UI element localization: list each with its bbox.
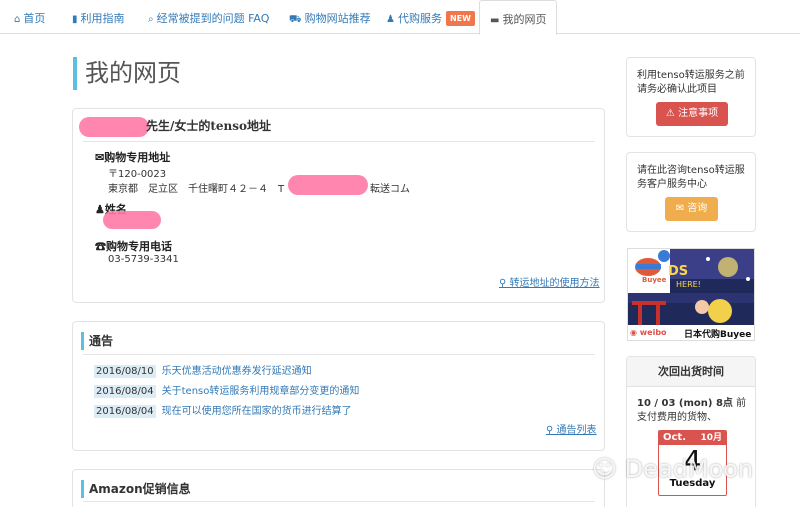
consult-text: 请在此咨询tenso转运服务客户服务中心: [637, 165, 745, 190]
divider: [83, 501, 595, 502]
nav-item-mypage[interactable]: ▬ 我的网页: [479, 0, 558, 35]
weibo-icon: ◉ weibo: [630, 328, 667, 337]
redacted-fullname-blur: [103, 211, 161, 229]
notice-item[interactable]: 2016/08/04 关于tenso转运服务利用规章部分变更的通知: [94, 382, 360, 398]
divider: [83, 141, 595, 142]
link-icon: ⚲: [499, 278, 510, 289]
notice-date: 2016/08/04: [94, 385, 156, 398]
notice-link[interactable]: 现在可以使用您所在国家的货币进行结算了: [162, 406, 352, 417]
warning-icon: ⚠: [665, 108, 679, 119]
person-icon: ♟: [386, 14, 395, 25]
shipping-box: 次回出货时间 10 / 03 (mon) 8点 前支付费用的货物、 Oct. 10…: [626, 356, 756, 507]
phone-number: 03-5739-3341: [108, 254, 179, 265]
redacted-address-blur: [288, 175, 368, 195]
nav-item-shops[interactable]: ⛟ 购物网站推荐: [289, 0, 371, 34]
address-panel: 先生/女士的tenso地址 ✉购物专用地址 〒120-0023 東京都 足立区 …: [72, 108, 605, 303]
confirm-box: 利用tenso转运服务之前请务必确认此项目 ⚠ 注意事项: [626, 57, 756, 137]
address-line-prefix: 東京都 足立区 千住曙町４２－４ T: [108, 184, 285, 195]
divider: [83, 354, 595, 355]
envelope-icon: ✉: [675, 203, 688, 214]
notice-item[interactable]: 2016/08/10 乐天优惠活动优惠券发行延迟通知: [94, 362, 312, 378]
watermark-icon: ☺: [592, 455, 625, 483]
calendar-month-num: 10月: [700, 433, 722, 443]
address-howto-link[interactable]: ⚲ 转运地址的使用方法: [499, 274, 600, 289]
shipping-address-label: ✉购物专用地址: [95, 151, 171, 164]
book-icon: ▮: [72, 14, 78, 25]
phone-icon: ☎: [95, 240, 106, 253]
page-title: 我的网页: [73, 57, 181, 90]
notice-item[interactable]: 2016/08/04 现在可以使用您所在国家的货币进行结算了: [94, 402, 352, 418]
address-line-suffix: 転送コム: [370, 184, 410, 195]
buyee-logo-text: Buyee: [642, 276, 667, 284]
nav-label-shops: 购物网站推荐: [304, 12, 371, 25]
nav-label-mypage: 我的网页: [502, 13, 547, 26]
search-icon: ⌕: [148, 14, 154, 25]
postal-code: 〒120-0023: [108, 169, 167, 180]
top-nav: ⌂ 首页 ▮ 利用指南 ⌕ 经常被提到的问题 FAQ ⛟ 购物网站推荐 ♟ 代购服务 NEW…: [0, 0, 800, 35]
calendar-month: Oct.: [663, 432, 687, 443]
notice-date: 2016/08/10: [94, 365, 156, 378]
nav-label-faq: 经常被提到的问题 FAQ: [156, 12, 270, 25]
nav-item-guide[interactable]: ▮ 利用指南: [72, 0, 125, 34]
consult-box: 请在此咨询tenso转运服务客户服务中心 ✉ 咨询: [626, 152, 756, 232]
cart-icon: ⛟: [289, 14, 302, 25]
nav-item-proxy[interactable]: ♟ 代购服务 NEW: [386, 0, 475, 34]
window-icon: ▬: [490, 15, 500, 26]
new-badge: NEW: [445, 11, 475, 26]
amazon-title: Amazon促销信息: [81, 480, 191, 498]
home-icon: ⌂: [14, 14, 21, 25]
notice-link[interactable]: 乐天优惠活动优惠券发行延迟通知: [162, 366, 312, 377]
phone-label: ☎购物专用电话: [95, 240, 172, 253]
nav-label-guide: 利用指南: [80, 12, 125, 25]
shipping-text: 10 / 03 (mon) 8点 前支付费用的货物、: [637, 398, 747, 423]
banner-caption: 日本代购Buyee: [684, 330, 752, 340]
shipping-title: 次回出货时间: [627, 357, 755, 387]
user-icon: ♟: [95, 203, 105, 216]
envelope-icon: ✉: [95, 151, 105, 164]
notice-date: 2016/08/04: [94, 405, 156, 418]
nav-label-home: 首页: [23, 12, 46, 25]
amazon-panel: Amazon促销信息: [72, 469, 605, 507]
redacted-name-blur: [79, 117, 149, 137]
nav-label-proxy: 代购服务: [397, 12, 442, 25]
nav-item-home[interactable]: ⌂ 首页: [14, 0, 45, 34]
buyee-banner[interactable]: DS HERE! Buyee ◉ weibo 日本代购Buyee: [627, 248, 755, 341]
svg-text:HERE!: HERE!: [676, 280, 701, 289]
notice-link[interactable]: 关于tenso转运服务利用规章部分变更的通知: [162, 386, 360, 397]
confirm-text: 利用tenso转运服务之前请务必确认此项目: [637, 70, 745, 95]
link-icon: ⚲: [546, 425, 557, 436]
notice-title: 通告: [81, 332, 113, 350]
nav-item-faq[interactable]: ⌕ 经常被提到的问题 FAQ: [148, 0, 269, 34]
address-title: 先生/女士的tenso地址: [146, 119, 272, 133]
notice-panel: 通告 2016/08/10 乐天优惠活动优惠券发行延迟通知 2016/08/04 关…: [72, 321, 605, 451]
notice-list-link[interactable]: ⚲ 通告列表: [546, 421, 597, 436]
consult-button[interactable]: ✉ 咨询: [665, 197, 718, 221]
watermark: ☺ DeadMoon: [592, 455, 754, 483]
notes-button[interactable]: ⚠ 注意事项: [656, 102, 728, 126]
svg-text:DS: DS: [668, 264, 688, 279]
